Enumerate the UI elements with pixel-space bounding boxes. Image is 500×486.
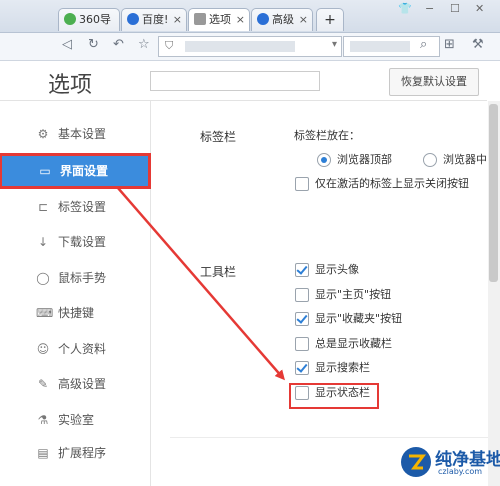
watermark: 纯净基地 czlaby.com (400, 440, 500, 486)
watermark-url: czlaby.com (438, 467, 483, 476)
annotation-arrow (117, 187, 285, 381)
watermark-logo-icon (401, 447, 431, 477)
